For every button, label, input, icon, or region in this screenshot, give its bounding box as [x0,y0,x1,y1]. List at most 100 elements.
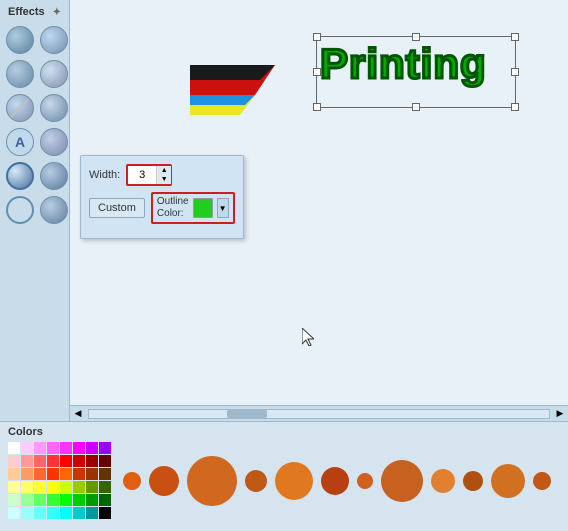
colors-panel: Colors [0,421,568,531]
outline-color-dropdown[interactable]: ▼ [217,198,229,218]
handle-bm[interactable] [412,103,420,111]
handle-mr[interactable] [511,68,519,76]
effects-grid: A [4,24,65,226]
color-cell[interactable] [34,455,46,467]
color-cell[interactable] [21,468,33,480]
color-cell[interactable] [34,468,46,480]
color-cell[interactable] [73,507,85,519]
color-cell[interactable] [73,468,85,480]
width-input[interactable] [128,166,156,184]
scroll-thumb [227,410,267,418]
color-cell[interactable] [73,481,85,493]
circle-swatch[interactable] [275,462,313,500]
effect-btn-7[interactable] [40,162,68,190]
color-cell[interactable] [60,494,72,506]
circles-area [123,456,560,506]
spinner-down[interactable]: ▼ [157,175,171,184]
effect-btn-2[interactable] [40,26,68,54]
color-cell[interactable] [47,507,59,519]
handle-bl[interactable] [313,103,321,111]
scroll-right-btn[interactable]: ▶ [552,406,568,422]
color-cell[interactable] [21,494,33,506]
color-cell[interactable] [86,494,98,506]
printing-text-wrapper: Printing [320,40,487,88]
color-cell[interactable] [86,442,98,454]
circle-swatch[interactable] [123,472,141,490]
color-cell[interactable] [60,455,72,467]
color-cell[interactable] [47,442,59,454]
handle-tr[interactable] [511,33,519,41]
effect-btn-6[interactable] [40,128,68,156]
color-cell[interactable] [86,455,98,467]
effect-btn-3[interactable] [6,60,34,88]
color-cell[interactable] [86,468,98,480]
effects-title: Effects [8,6,45,18]
circle-swatch[interactable] [245,470,267,492]
custom-button[interactable]: Custom [89,198,145,218]
color-cell[interactable] [73,494,85,506]
circle-swatch[interactable] [321,467,349,495]
effect-btn-strike[interactable] [6,94,34,122]
color-cell[interactable] [47,468,59,480]
color-cell[interactable] [21,455,33,467]
effect-btn-5[interactable] [40,94,68,122]
color-cell[interactable] [86,481,98,493]
scroll-track[interactable] [88,409,550,419]
color-cell[interactable] [8,507,20,519]
color-cell[interactable] [73,455,85,467]
color-cell[interactable] [8,468,20,480]
outline-color-row: Custom OutlineColor: ▼ [89,192,235,224]
color-cell[interactable] [47,455,59,467]
color-cell[interactable] [34,481,46,493]
circle-swatch[interactable] [187,456,237,506]
handle-br[interactable] [511,103,519,111]
popup-panel: Width: ▲ ▼ Custom OutlineColor: ▼ [80,155,244,239]
color-cell[interactable] [99,455,111,467]
width-input-group: ▲ ▼ [126,164,172,186]
color-cell[interactable] [8,481,20,493]
effect-btn-selected[interactable] [6,162,34,190]
circle-swatch[interactable] [149,466,179,496]
outline-color-group: OutlineColor: ▼ [151,192,235,224]
color-cell[interactable] [34,507,46,519]
color-cell[interactable] [8,494,20,506]
color-cell[interactable] [99,468,111,480]
width-label: Width: [89,169,120,181]
color-cell[interactable] [34,494,46,506]
effect-btn-circle[interactable] [6,196,34,224]
effect-btn-text[interactable]: A [6,128,34,156]
color-cell[interactable] [99,494,111,506]
color-cell[interactable] [60,468,72,480]
color-cell[interactable] [60,442,72,454]
color-cell[interactable] [21,442,33,454]
scroll-left-btn[interactable]: ◀ [70,406,86,422]
effect-btn-1[interactable] [6,26,34,54]
outline-color-swatch[interactable] [193,198,213,218]
color-cell[interactable] [47,494,59,506]
spinner-up[interactable]: ▲ [157,166,171,175]
circle-swatch[interactable] [533,472,551,490]
color-cell[interactable] [60,507,72,519]
circle-swatch[interactable] [463,471,483,491]
color-cell[interactable] [99,507,111,519]
color-cell[interactable] [21,481,33,493]
circle-swatch[interactable] [357,473,373,489]
color-cell[interactable] [99,481,111,493]
main-container: Effects ✦ A [0,0,568,531]
circle-swatch[interactable] [431,469,455,493]
color-cell[interactable] [73,442,85,454]
color-cell[interactable] [21,507,33,519]
color-cell[interactable] [47,481,59,493]
width-row: Width: ▲ ▼ [89,164,235,186]
color-cell[interactable] [86,507,98,519]
color-cell[interactable] [8,442,20,454]
color-cell[interactable] [99,442,111,454]
color-cell[interactable] [60,481,72,493]
effect-btn-8[interactable] [40,196,68,224]
color-cell[interactable] [8,455,20,467]
effect-btn-4[interactable] [40,60,68,88]
color-grid [8,442,111,519]
color-cell[interactable] [34,442,46,454]
circle-swatch[interactable] [381,460,423,502]
circle-swatch[interactable] [491,464,525,498]
